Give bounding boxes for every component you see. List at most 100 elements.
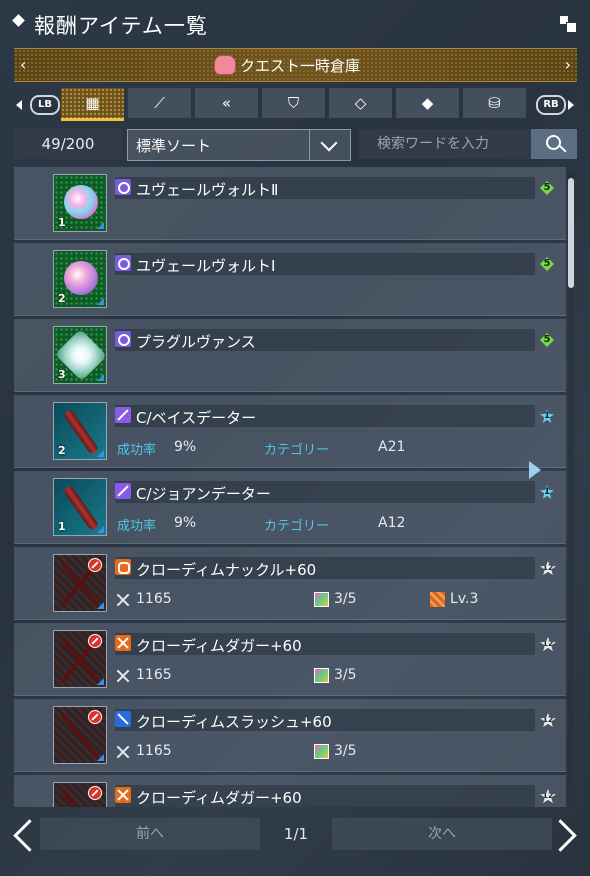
lb-button[interactable]: LB [30, 95, 60, 115]
list-item[interactable]: 2 ユヴェールヴォルトⅠ 5 [14, 243, 566, 316]
search-button[interactable] [531, 129, 577, 159]
rarity-badge: 1 [540, 409, 554, 423]
item-thumbnail [53, 554, 107, 612]
pagination: 前へ 1/1 次へ [0, 806, 590, 864]
list-item[interactable]: 1 C/ジョアンデーター 1 成功率 9% カテゴリー A12 [14, 471, 566, 544]
item-count: 49/200 [14, 129, 122, 159]
augment-slot-icon [314, 592, 329, 607]
gem-type-icon [115, 179, 131, 195]
item-quantity: 2 [58, 444, 66, 457]
attack-icon [115, 744, 131, 760]
prohibited-icon [88, 634, 102, 648]
data-type-icon [115, 483, 131, 499]
page-title: 報酬アイテム一覧 [34, 14, 208, 38]
scrollbar[interactable] [568, 172, 574, 802]
item-quantity: 1 [58, 216, 66, 229]
item-thumbnail: 1 [53, 174, 107, 232]
list-item[interactable]: クローディムナックル+60 12 1165 3/5 Lv.3 [14, 547, 566, 620]
item-quantity: 1 [58, 520, 66, 533]
data-stick-icon [62, 408, 100, 456]
sword-icon: ⟋ [154, 94, 165, 112]
rarity-badge: 5 [540, 181, 554, 195]
orb-icon [64, 261, 98, 295]
quest-storage-icon [214, 55, 236, 75]
success-rate-value: 9% [174, 439, 197, 455]
category-label: クエスト一時倉庫 [240, 57, 361, 75]
list-item[interactable]: クローディムダガー+60 12 [14, 775, 566, 807]
prev-page-button[interactable]: 前へ [40, 818, 260, 850]
category-next-arrow-icon[interactable]: › [565, 55, 571, 74]
attack-value: 1165 [136, 743, 172, 759]
item-thumbnail: 3 [53, 326, 107, 384]
orb-icon [64, 185, 98, 219]
sort-value: 標準ソート [136, 137, 212, 155]
rarity-badge: 12 [540, 713, 556, 727]
bag-icon: ⛁ [488, 94, 501, 112]
list-item[interactable]: クローディムダガー+60 12 1165 3/5 [14, 623, 566, 696]
item-thumbnail [53, 782, 107, 807]
item-thumbnail: 2 [53, 250, 107, 308]
tag-icon: ◇ [354, 94, 367, 112]
dagger-type-icon [115, 635, 131, 651]
scroll-thumb[interactable] [568, 178, 574, 288]
list-item[interactable]: クローディムスラッシュ+60 12 1165 3/5 [14, 699, 566, 772]
tab-consumables[interactable]: ◇ [329, 88, 392, 118]
tab-all-items[interactable]: ▦ [61, 88, 124, 118]
attack-icon [115, 592, 131, 608]
page-prev-arrow-icon[interactable] [10, 816, 30, 852]
item-name: プラグルヴァンス [136, 333, 256, 351]
item-name: クローディムダガー+60 [136, 637, 302, 655]
item-name: ユヴェールヴォルトⅡ [136, 181, 279, 199]
prohibited-icon [88, 558, 102, 572]
sort-dropdown[interactable]: 標準ソート [127, 129, 351, 161]
item-thumbnail [53, 630, 107, 688]
list-item[interactable]: 2 C/ベイスデーター 1 成功率 9% カテゴリー A21 [14, 395, 566, 468]
item-name: C/ベイスデーター [136, 409, 257, 427]
category-banner: ‹ クエスト一時倉庫 › [14, 48, 577, 82]
rarity-badge: 1 [540, 485, 554, 499]
shirt-icon: ⛉ [287, 94, 300, 112]
next-page-button[interactable]: 次へ [332, 818, 552, 850]
reward-items-panel: 報酬アイテム一覧 ‹ クエスト一時倉庫 › LB ▦ ⟋ « ⛉ ◇ ◆ ⛁ R… [0, 0, 590, 876]
cursor-pointer-icon [529, 461, 541, 479]
list-item[interactable]: 3 プラグルヴァンス 5 [14, 319, 566, 392]
diamond-icon [12, 14, 25, 27]
page-indicator: 1/1 [283, 825, 309, 843]
tab-weapons[interactable]: ⟋ [128, 88, 191, 118]
category-prev-arrow-icon[interactable]: ‹ [20, 55, 26, 74]
augment-slot-icon [314, 668, 329, 683]
tab-costumes[interactable]: ⛉ [262, 88, 325, 118]
category-value: A21 [378, 439, 406, 455]
page-next-arrow-icon[interactable] [555, 816, 575, 852]
augment-slot-icon [314, 744, 329, 759]
rarity-badge: 5 [540, 257, 554, 271]
rarity-badge: 12 [540, 561, 556, 575]
item-list: 1 ユヴェールヴォルトⅡ 5 2 ユヴェールヴォルトⅠ 5 3 プラグルヴァンス… [14, 167, 566, 807]
potential-level: Lv.3 [450, 591, 479, 607]
window-toggle-icon[interactable] [560, 16, 577, 33]
lb-arrow-icon [16, 100, 22, 110]
tab-units[interactable]: « [195, 88, 258, 118]
knuckle-type-icon [115, 559, 131, 575]
grid-icon: ▦ [85, 94, 100, 112]
item-name: クローディムナックル+60 [136, 561, 317, 579]
double-chevron-icon: « [221, 94, 232, 112]
potential-icon [430, 592, 445, 607]
attack-icon [115, 668, 131, 684]
attack-value: 1165 [136, 667, 172, 683]
category-value: A12 [378, 515, 406, 531]
chevron-down-icon [309, 130, 350, 160]
search-input[interactable] [359, 129, 531, 159]
data-type-icon [115, 407, 131, 423]
rarity-badge: 12 [540, 789, 556, 803]
success-rate-label: 成功率 [117, 519, 157, 534]
item-name: クローディムダガー+60 [136, 789, 302, 807]
slot-count: 3/5 [334, 591, 357, 607]
rb-button[interactable]: RB [536, 95, 566, 115]
list-item[interactable]: 1 ユヴェールヴォルトⅡ 5 [14, 167, 566, 240]
tab-other[interactable]: ⛁ [463, 88, 526, 118]
tab-materials[interactable]: ◆ [396, 88, 459, 118]
attack-value: 1165 [136, 591, 172, 607]
success-rate-value: 9% [174, 515, 197, 531]
sword-type-icon [115, 711, 131, 727]
